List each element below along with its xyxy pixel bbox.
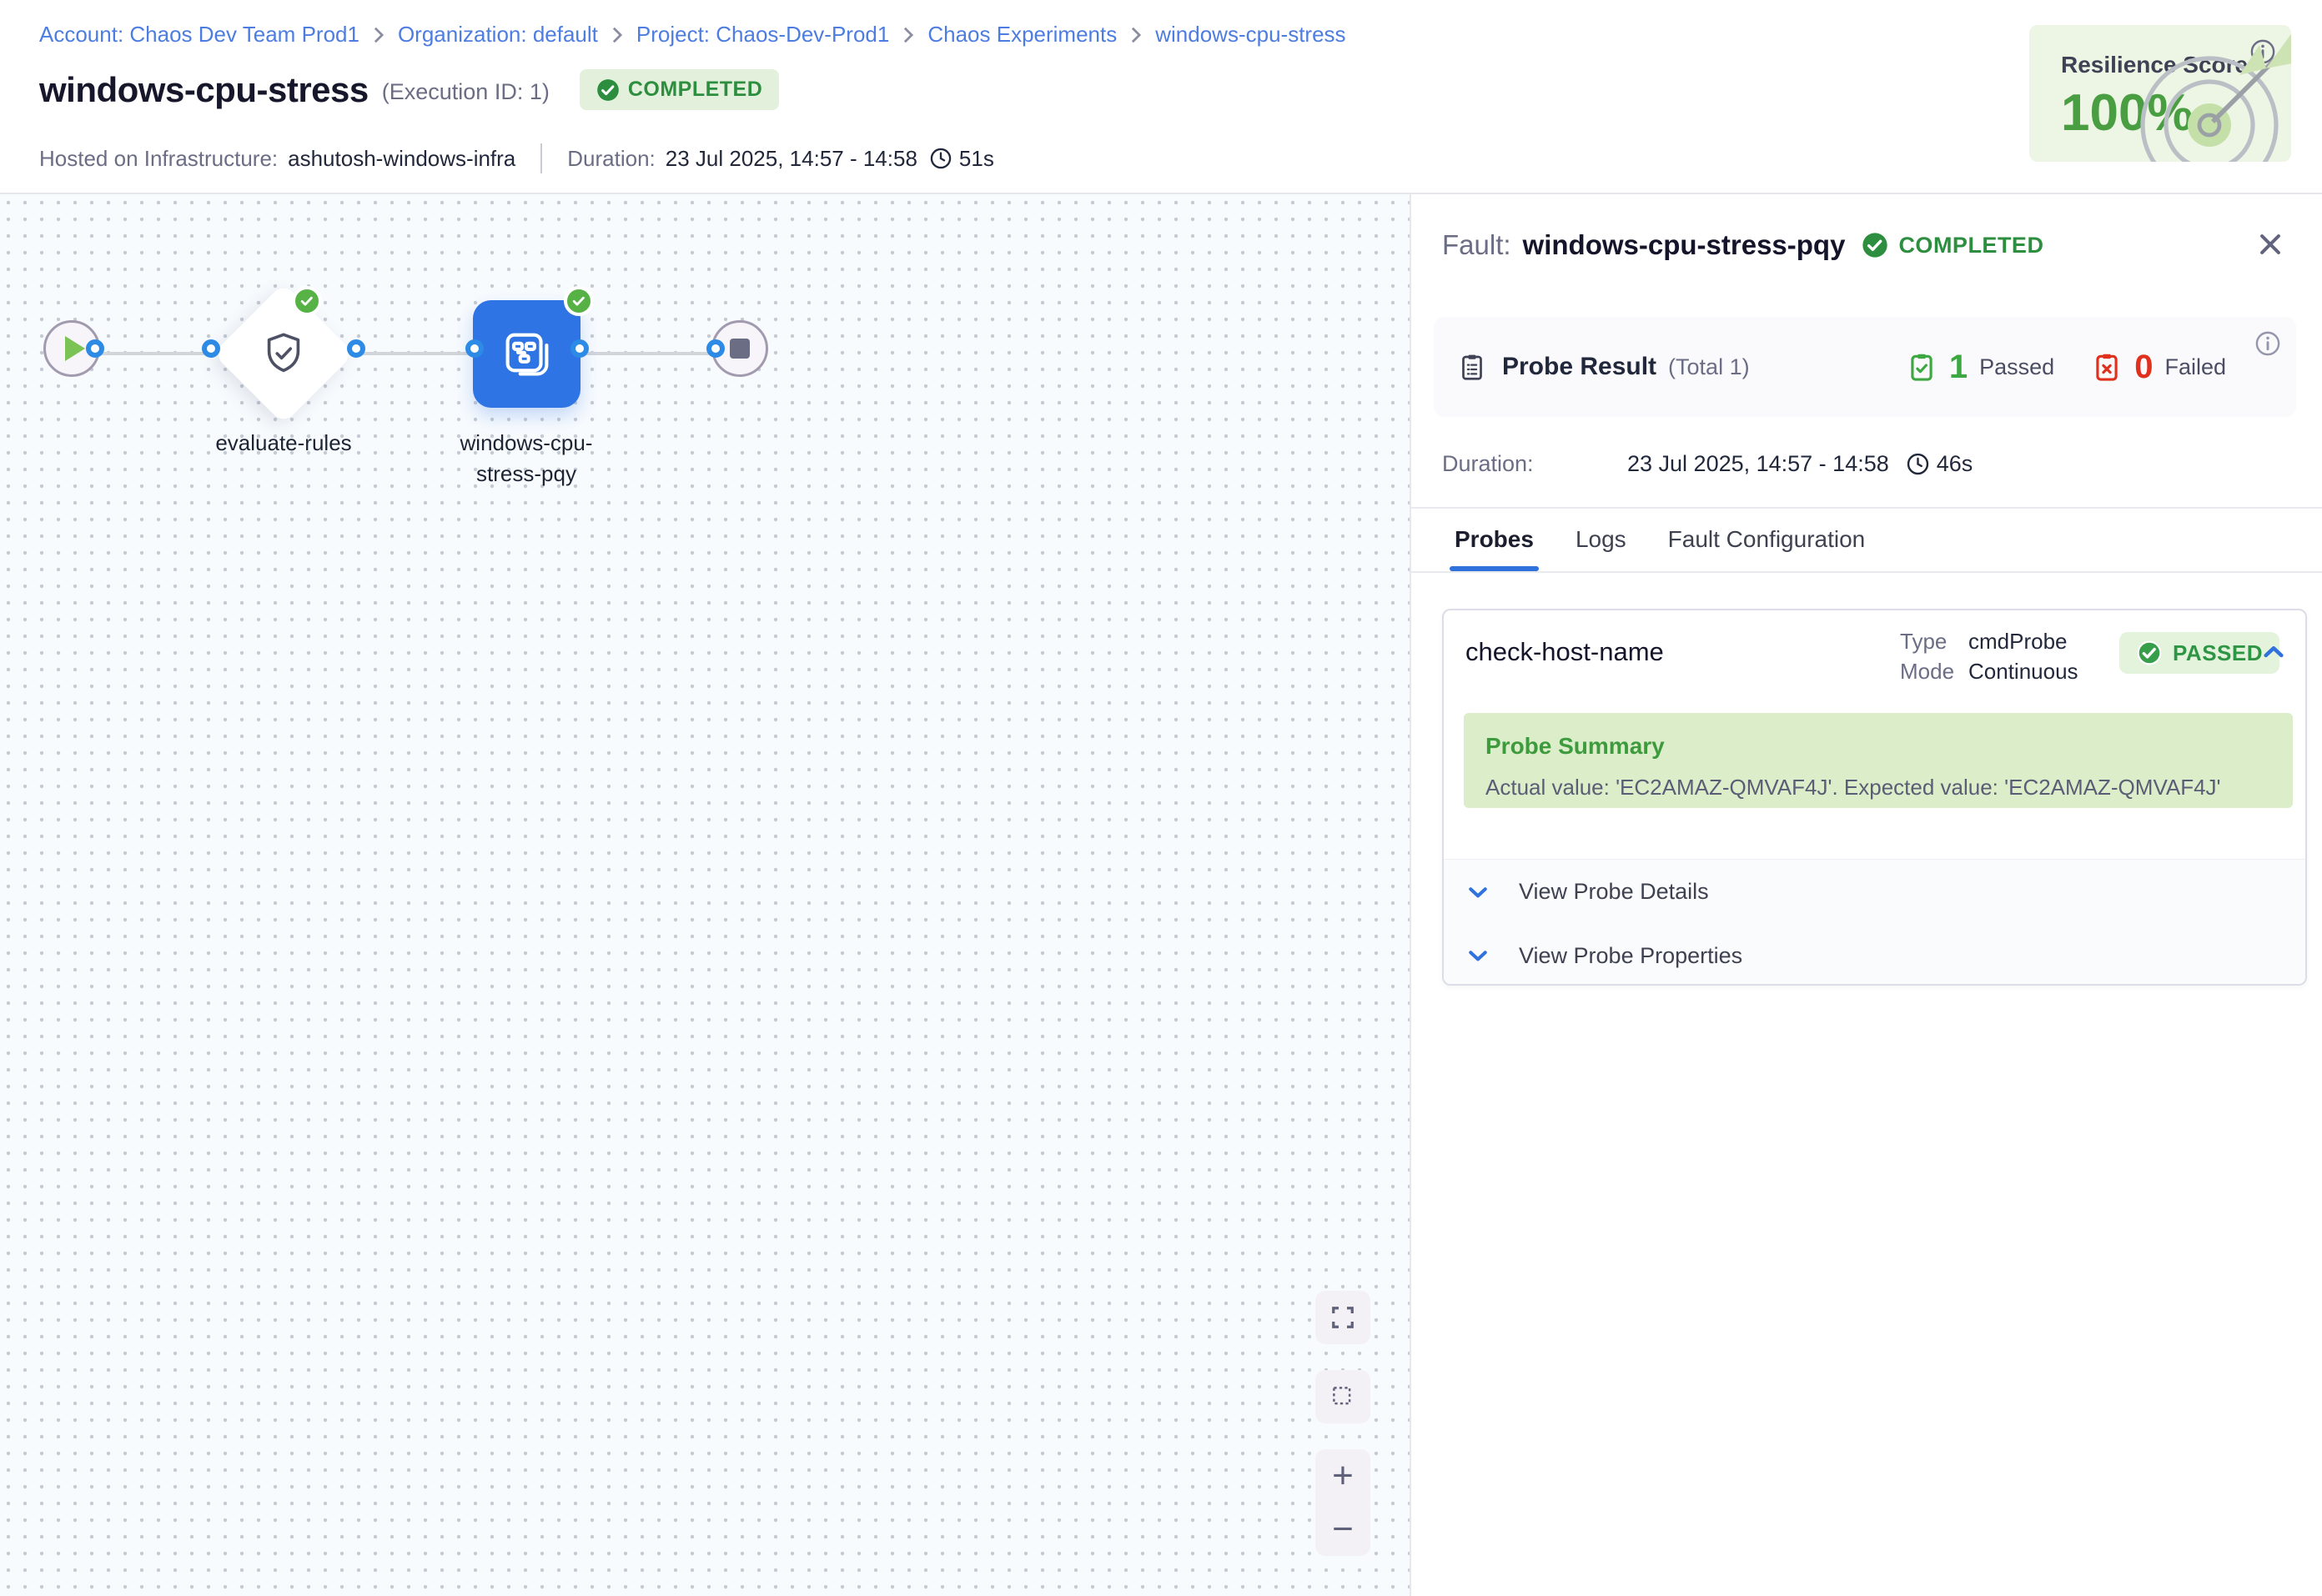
- breadcrumb-experiments-link[interactable]: Chaos Experiments: [927, 22, 1117, 48]
- clipboard-icon: [1457, 352, 1487, 382]
- fault-status-label: COMPLETED: [1898, 233, 2043, 258]
- shield-check-icon: [259, 329, 308, 378]
- target-arrow-illustration: [2139, 25, 2291, 162]
- connector-port: [347, 339, 365, 358]
- fault-node-windows-cpu-stress-pqy[interactable]: [473, 300, 580, 408]
- fullscreen-button[interactable]: [1315, 1291, 1370, 1344]
- connector-port: [706, 339, 725, 358]
- tab-probes[interactable]: Probes: [1455, 526, 1534, 571]
- probe-result-title: Probe Result: [1502, 353, 1656, 381]
- zoom-out-button[interactable]: −: [1332, 1505, 1354, 1553]
- passed-count: 1: [1949, 349, 1968, 386]
- view-probe-details-toggle[interactable]: View Probe Details: [1444, 859, 2305, 924]
- chevron-down-icon: [1465, 943, 1490, 968]
- breadcrumb: Account: Chaos Dev Team Prod1 Organizati…: [39, 22, 1346, 48]
- divider: [1411, 571, 2322, 573]
- view-probe-details-label: View Probe Details: [1519, 879, 1709, 905]
- breadcrumb-project-link[interactable]: Project: Chaos-Dev-Prod1: [636, 22, 889, 48]
- chevron-right-icon: [372, 26, 385, 44]
- tab-fault-configuration[interactable]: Fault Configuration: [1668, 526, 1866, 571]
- close-panel-button[interactable]: [2254, 228, 2287, 261]
- view-probe-properties-toggle[interactable]: View Probe Properties: [1444, 924, 2305, 986]
- check-circle-icon: [1862, 232, 1888, 258]
- probe-name: check-host-name: [1465, 637, 1664, 667]
- clock-icon: [1906, 452, 1930, 476]
- tab-logs[interactable]: Logs: [1576, 526, 1626, 571]
- edge-line: [356, 352, 476, 355]
- panel-duration-seconds: 46s: [1937, 451, 1973, 477]
- panel-duration-label: Duration:: [1442, 451, 1627, 477]
- page-header: Account: Chaos Dev Team Prod1 Organizati…: [0, 0, 2322, 194]
- clock-icon: [929, 147, 952, 170]
- probe-summary-title: Probe Summary: [1485, 733, 2271, 760]
- probe-status-badge: PASSED: [2119, 632, 2279, 674]
- zoom-in-button[interactable]: +: [1332, 1452, 1354, 1500]
- collapse-card-button[interactable]: [2260, 639, 2287, 670]
- chevron-up-icon: [2260, 639, 2287, 665]
- breadcrumb-account-link[interactable]: Account: Chaos Dev Team Prod1: [39, 22, 359, 48]
- probe-mode-label: Mode: [1900, 659, 1968, 685]
- clipboard-check-icon: [1906, 351, 1938, 383]
- hosted-on-label: Hosted on Infrastructure:: [39, 146, 278, 172]
- duration-seconds: 51s: [959, 146, 994, 172]
- probe-result-total: (Total 1): [1668, 354, 1750, 380]
- fault-details-panel: Fault: windows-cpu-stress-pqy COMPLETED …: [1410, 194, 2322, 1596]
- passed-label: Passed: [1979, 354, 2054, 380]
- zoom-controls: + −: [1315, 1449, 1370, 1556]
- chevron-right-icon: [902, 26, 915, 44]
- chevron-right-icon: [1129, 26, 1143, 44]
- chaos-fault-icon: [500, 327, 555, 382]
- connector-port: [86, 339, 104, 358]
- stop-icon: [730, 339, 750, 359]
- execution-id: (Execution ID: 1): [382, 79, 550, 105]
- connector-port: [570, 339, 589, 358]
- marquee-select-icon: [1330, 1384, 1355, 1409]
- probe-summary-box: Probe Summary Actual value: 'EC2AMAZ-QMV…: [1464, 713, 2293, 808]
- divider: [540, 143, 542, 173]
- divider: [1411, 507, 2322, 509]
- breadcrumb-org-link[interactable]: Organization: default: [398, 22, 598, 48]
- experiment-status-badge: COMPLETED: [580, 69, 779, 110]
- success-check-badge: [292, 286, 322, 316]
- probe-mode-value: Continuous: [1968, 659, 2078, 685]
- breadcrumb-current[interactable]: windows-cpu-stress: [1155, 22, 1345, 48]
- panel-tabs: Probes Logs Fault Configuration: [1455, 526, 1865, 571]
- chevron-right-icon: [611, 26, 624, 44]
- probe-result-card: Probe Result (Total 1) 1 Passed 0 Failed: [1434, 317, 2296, 417]
- fault-name: windows-cpu-stress-pqy: [1523, 229, 1846, 261]
- failed-count: 0: [2134, 349, 2153, 386]
- close-icon: [2256, 230, 2284, 258]
- experiment-status-label: COMPLETED: [628, 78, 762, 102]
- probe-summary-text: Actual value: 'EC2AMAZ-QMVAF4J'. Expecte…: [1485, 775, 2271, 801]
- duration-label: Duration:: [567, 146, 656, 172]
- edge-line: [95, 352, 213, 355]
- fault-node-label: windows-cpu- stress-pqy: [410, 428, 643, 489]
- pipeline-canvas[interactable]: evaluate-rules windows-cpu- stress-pqy +…: [0, 194, 1410, 1596]
- connector-port: [465, 339, 484, 358]
- clipboard-x-icon: [2091, 351, 2123, 383]
- info-icon[interactable]: [2254, 330, 2281, 357]
- probe-status-label: PASSED: [2173, 640, 2263, 666]
- hosted-on-value: ashutosh-windows-infra: [288, 146, 515, 172]
- panel-duration-value: 23 Jul 2025, 14:57 - 14:58: [1627, 451, 1889, 477]
- selection-mode-button[interactable]: [1315, 1370, 1370, 1423]
- evaluate-rules-label: evaluate-rules: [167, 428, 400, 459]
- check-circle-icon: [596, 78, 620, 102]
- probe-type-value: cmdProbe: [1968, 629, 2068, 655]
- fullscreen-icon: [1330, 1305, 1355, 1330]
- resilience-score-card: Resilience Score 100%: [2029, 25, 2291, 162]
- check-circle-icon: [2136, 640, 2163, 666]
- probe-type-label: Type: [1900, 629, 1968, 655]
- fault-label: Fault:: [1442, 229, 1511, 261]
- probe-card-check-host-name: check-host-name Type cmdProbe Mode Conti…: [1442, 609, 2307, 986]
- duration-value: 23 Jul 2025, 14:57 - 14:58: [666, 146, 917, 172]
- connector-port: [202, 339, 220, 358]
- chevron-down-icon: [1465, 880, 1490, 905]
- success-check-badge: [564, 286, 594, 316]
- failed-label: Failed: [2164, 354, 2226, 380]
- page-title: windows-cpu-stress: [39, 70, 369, 110]
- view-probe-properties-label: View Probe Properties: [1519, 943, 1742, 969]
- play-icon: [65, 336, 85, 361]
